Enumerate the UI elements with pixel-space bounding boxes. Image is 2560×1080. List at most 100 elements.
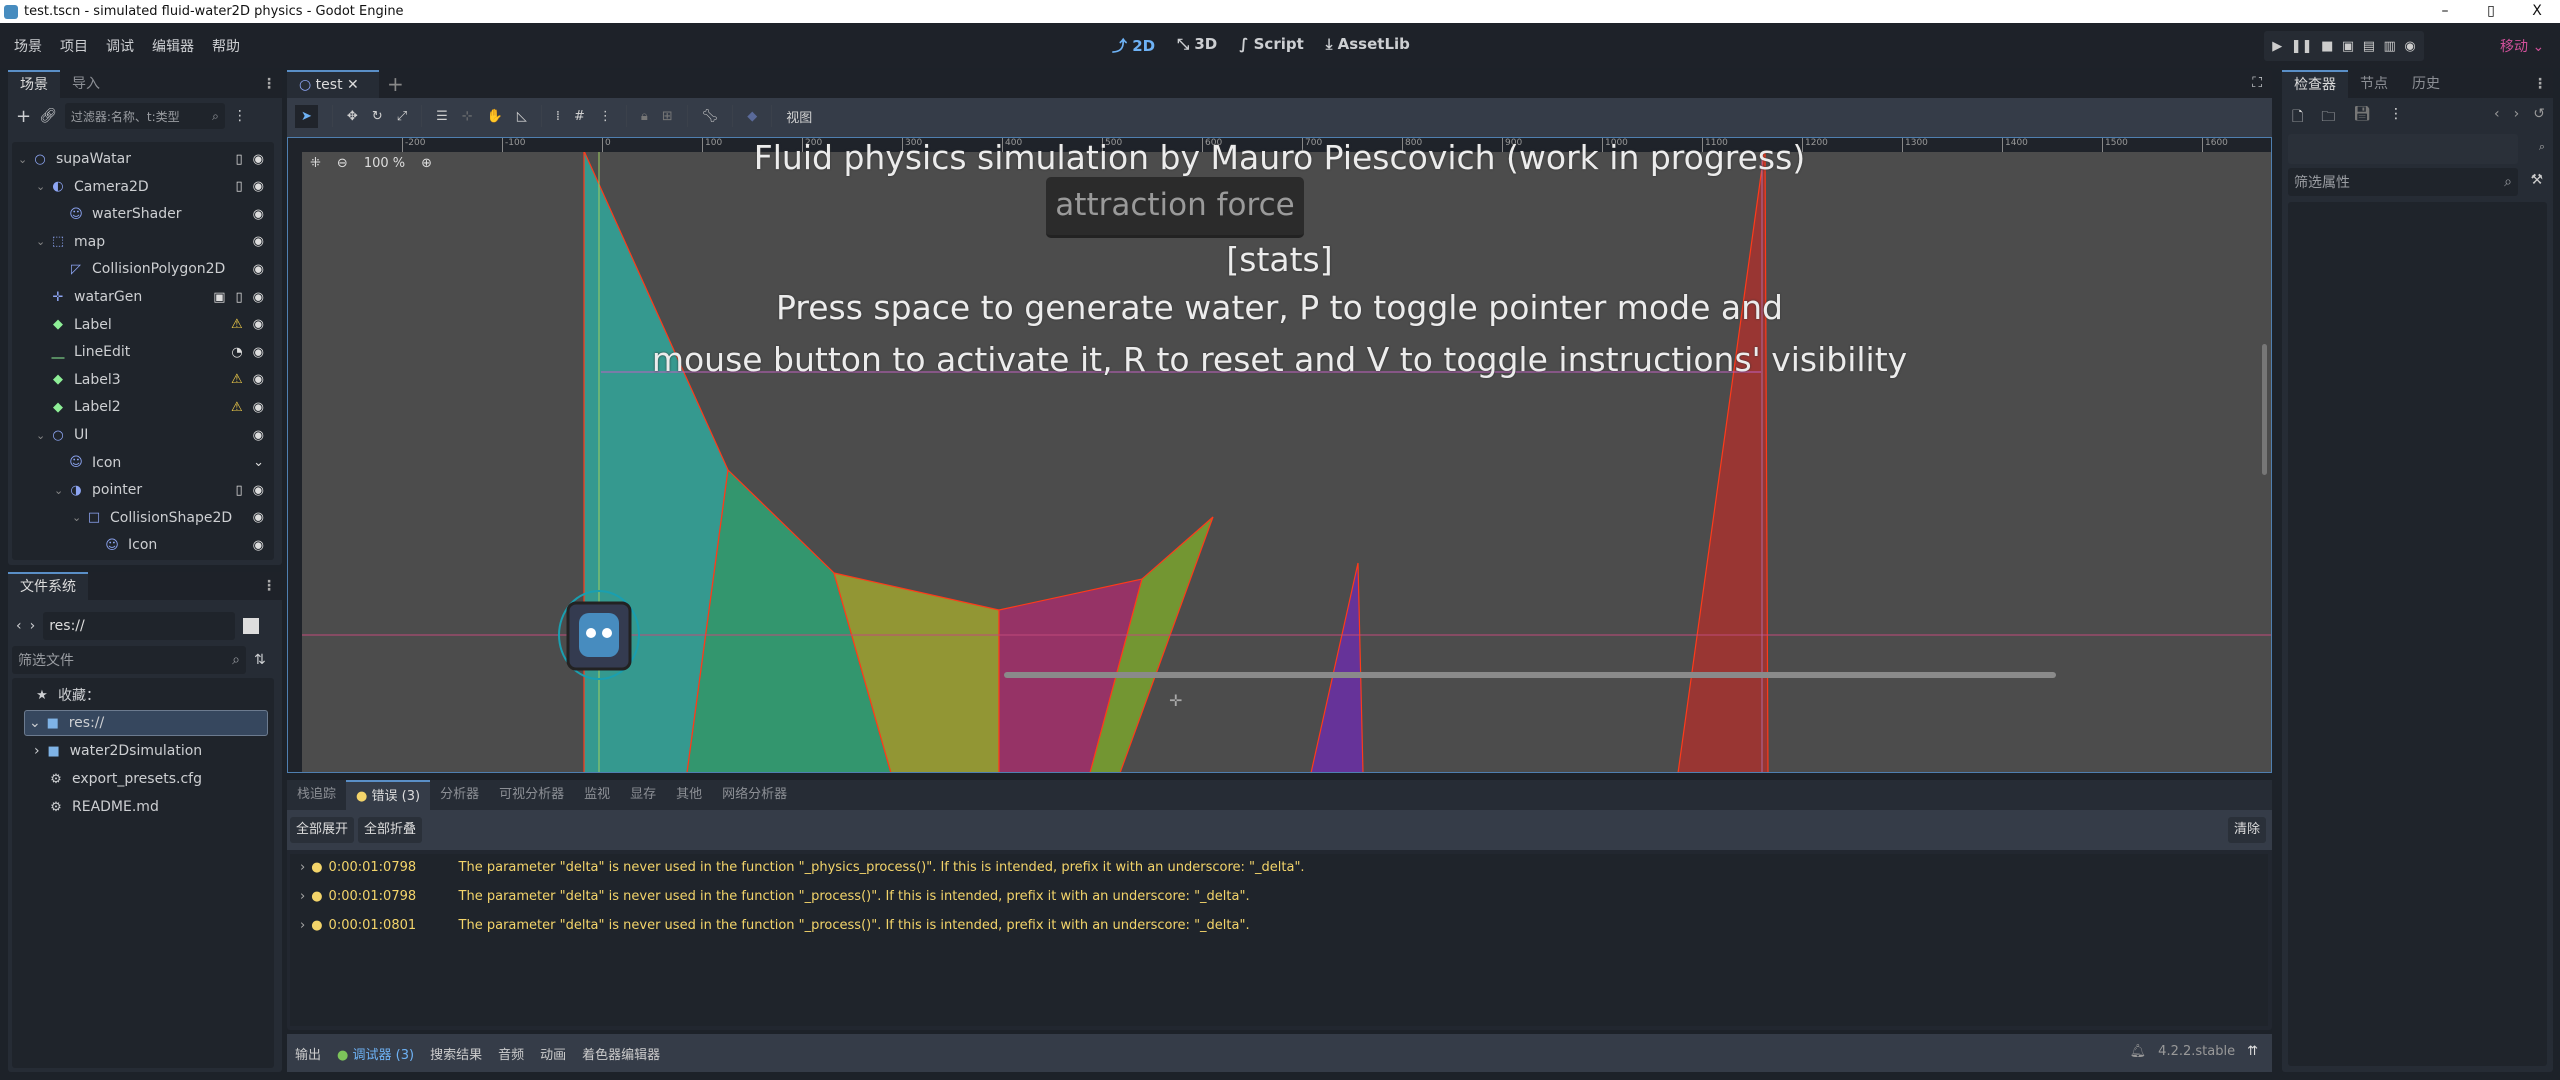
lock-icon[interactable]: 🔒︎ xyxy=(641,109,648,124)
group-icon[interactable]: ⊞ xyxy=(662,109,673,124)
open-resource-icon[interactable]: 🗀︎ xyxy=(2321,106,2335,130)
play-custom-icon[interactable]: ▥ xyxy=(2384,39,2396,54)
maximize-button[interactable]: ▯ xyxy=(2468,0,2514,23)
move-tool-icon[interactable]: ✥ xyxy=(347,109,358,124)
menu-debug[interactable]: 调试 xyxy=(106,36,134,56)
renderer-mode-button[interactable]: 移动 ⌄ xyxy=(2500,36,2544,56)
close-tab-icon[interactable]: ✕ xyxy=(347,77,359,93)
grid-snap-icon[interactable]: # xyxy=(574,109,585,124)
clear-button[interactable]: 清除 xyxy=(2227,817,2266,843)
open-docs-icon[interactable]: ⌕ xyxy=(2539,140,2545,154)
scene-node-watargen[interactable]: ✛ watarGen ▣ ▯ ◉ xyxy=(36,284,296,310)
bottom-tab-5[interactable]: 着色器编辑器 xyxy=(582,1044,660,1063)
tab-inspector[interactable]: 检查器 xyxy=(2282,70,2348,98)
new-resource-icon[interactable]: 🗋︎ xyxy=(2292,106,2303,130)
scene-node-icon[interactable]: ☺ Icon ⌄ xyxy=(54,450,314,476)
object-history-icon[interactable]: ↺ xyxy=(2533,106,2545,122)
file-item-res[interactable]: ⌄ ■ res:// xyxy=(24,710,268,736)
notification-bell-icon[interactable]: 🔔︎ xyxy=(2130,1044,2147,1059)
godot-pointer-icon[interactable] xyxy=(558,590,640,680)
vertical-scrollbar[interactable] xyxy=(2262,344,2267,475)
tab-test[interactable]: ○ test ✕ xyxy=(287,70,379,98)
warning-icon[interactable]: ⚠ xyxy=(231,400,243,415)
scene-node-pointer[interactable]: ⌄ ◑ pointer ▯ ◉ xyxy=(54,477,314,503)
scene-node-watershader[interactable]: ☺ waterShader ◉ xyxy=(54,201,314,227)
eye-icon[interactable]: ◉ xyxy=(253,538,264,553)
history-back-icon[interactable]: ‹ xyxy=(2494,106,2500,122)
chevron-down-icon[interactable]: ⌄ xyxy=(54,484,68,497)
file-item-readme[interactable]: ⚙ README.md xyxy=(48,794,308,820)
group-icon[interactable]: ▣ xyxy=(213,290,225,305)
select-tool-icon[interactable]: ➤ xyxy=(295,104,318,128)
debugger-tab-0[interactable]: 栈追踪 xyxy=(287,780,346,810)
main-screen-3d[interactable]: ⤡ 3D xyxy=(1177,35,1217,56)
main-screen-2d[interactable]: ⤴ 2D xyxy=(1112,35,1155,56)
close-button[interactable]: X xyxy=(2514,0,2560,23)
menu-scene[interactable]: 场景 xyxy=(14,36,42,56)
menu-help[interactable]: 帮助 xyxy=(212,36,240,56)
dock-menu-icon[interactable]: ⋮ xyxy=(262,578,276,594)
add-node-icon[interactable]: + xyxy=(16,106,31,127)
scene-node-label3[interactable]: ◆ Label3 ⚠ ◉ xyxy=(36,367,296,393)
scene-node-ui[interactable]: ⌄ ○ UI ◉ xyxy=(36,422,296,448)
snap-options-icon[interactable]: ⋮ xyxy=(599,109,612,124)
history-forward-icon[interactable]: › xyxy=(2514,106,2520,122)
list-select-icon[interactable]: ☰ xyxy=(436,109,448,124)
collapse-icon[interactable]: ⌄ xyxy=(253,455,264,470)
smart-snap-icon[interactable]: ⁞ xyxy=(556,109,560,124)
sort-icon[interactable]: ⇅ xyxy=(254,652,266,668)
rotate-tool-icon[interactable]: ↻ xyxy=(372,109,383,124)
eye-icon[interactable]: ◉ xyxy=(253,483,264,498)
play-scene-icon[interactable]: ▤ xyxy=(2363,39,2375,54)
horizontal-scrollbar[interactable] xyxy=(1004,672,2056,678)
scene-node-lineedit[interactable]: ⎽ LineEdit ◔ ◉ xyxy=(36,339,296,365)
scene-node-map[interactable]: ⌄ ⬚ map ◉ xyxy=(36,229,296,255)
back-icon[interactable]: ‹ xyxy=(16,618,22,634)
dock-menu-icon[interactable]: ⋮ xyxy=(262,76,276,92)
inspector-tools-icon[interactable]: ⚒ xyxy=(2530,172,2543,188)
bottom-tab-2[interactable]: 搜索结果 xyxy=(430,1044,482,1063)
property-filter-input[interactable]: 筛选属性 ⌕ xyxy=(2288,168,2518,196)
chevron-down-icon[interactable]: ⌄ xyxy=(18,153,32,166)
bottom-tab-4[interactable]: 动画 xyxy=(540,1044,566,1063)
debugger-tab-2[interactable]: 分析器 xyxy=(430,780,489,810)
forward-icon[interactable]: › xyxy=(30,618,36,634)
minimize-button[interactable]: – xyxy=(2422,0,2468,23)
resource-menu-icon[interactable]: ⋮ xyxy=(2389,106,2403,130)
error-row[interactable]: › ● 0:00:01:0801 The parameter "delta" is n… xyxy=(300,918,1250,933)
menu-editor[interactable]: 编辑器 xyxy=(152,36,194,56)
scene-filter-input[interactable]: 过滤器:名称、t:类型 ⌕ xyxy=(64,103,225,129)
tab-import[interactable]: 导入 xyxy=(60,70,112,98)
eye-icon[interactable]: ◉ xyxy=(253,179,264,194)
error-row[interactable]: › ● 0:00:01:0798 The parameter "delta" is n… xyxy=(300,889,1250,904)
signal-icon[interactable]: ◔ xyxy=(231,345,242,360)
remote-debug-icon[interactable]: ▣ xyxy=(2342,39,2354,54)
eye-icon[interactable]: ◉ xyxy=(253,290,264,305)
movie-maker-icon[interactable]: ◉ xyxy=(2404,39,2415,54)
file-filter-input[interactable]: 筛选文件 ⌕ xyxy=(12,646,246,674)
eye-icon[interactable]: ◉ xyxy=(253,234,264,249)
save-resource-icon[interactable]: 💾︎ xyxy=(2353,106,2371,130)
chevron-down-icon[interactable]: ⌄ xyxy=(36,235,50,248)
link-icon[interactable]: 🔗︎ xyxy=(39,108,57,124)
expand-all-button[interactable]: 全部展开 xyxy=(290,817,355,843)
camera-override-icon[interactable]: ◆ xyxy=(747,109,757,124)
eye-icon[interactable]: ◉ xyxy=(253,207,264,222)
script-icon[interactable]: ▯ xyxy=(236,179,243,194)
collapse-all-button[interactable]: 全部折叠 xyxy=(358,817,423,843)
dock-menu-icon[interactable]: ⋮ xyxy=(2533,76,2547,92)
debugger-tab-1[interactable]: ● 错误 (3) xyxy=(346,780,431,810)
main-screen-script[interactable]: ∫ Script xyxy=(1239,35,1304,56)
tab-scene[interactable]: 场景 xyxy=(8,70,60,98)
filter-menu-icon[interactable]: ⋮ xyxy=(233,108,247,124)
pause-icon[interactable]: ❚❚ xyxy=(2291,39,2313,54)
expand-panel-icon[interactable]: ⇈ xyxy=(2247,1044,2258,1059)
debugger-tab-5[interactable]: 显存 xyxy=(620,780,666,810)
scale-tool-icon[interactable]: ⤢ xyxy=(397,109,407,124)
main-screen-assetlib[interactable]: ⤓ AssetLib xyxy=(1326,35,1410,56)
chevron-down-icon[interactable]: ⌄ xyxy=(36,429,50,442)
new-tab-icon[interactable]: + xyxy=(387,72,404,96)
debugger-tab-3[interactable]: 可视分析器 xyxy=(489,780,574,810)
error-row[interactable]: › ● 0:00:01:0798 The parameter "delta" is n… xyxy=(300,860,1305,875)
bottom-tab-3[interactable]: 音频 xyxy=(498,1044,524,1063)
